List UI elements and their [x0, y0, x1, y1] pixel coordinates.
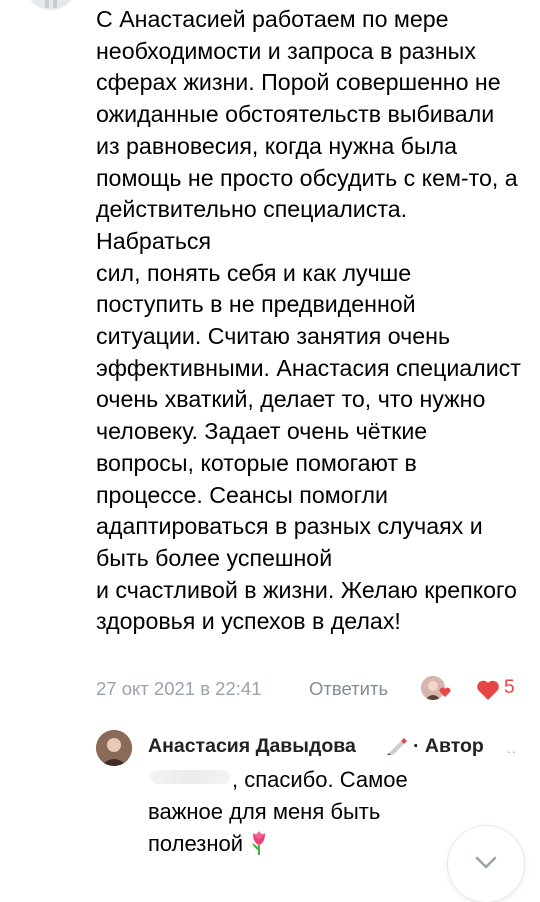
- reply-text: , спасибо. Самое важное для меня быть по…: [148, 764, 478, 864]
- reply-text-body: , спасибо. Самое важное для меня быть по…: [148, 767, 408, 856]
- comment-text: С Анастасией работаем по мере необходимо…: [96, 6, 521, 635]
- avatar[interactable]: [96, 730, 132, 766]
- reply-button[interactable]: Ответить: [309, 678, 388, 700]
- tulip-icon: [247, 829, 271, 864]
- author-badge: · Автор: [413, 735, 484, 757]
- pen-icon: [386, 737, 408, 760]
- heart-small-icon: [439, 685, 451, 703]
- heart-icon[interactable]: [476, 679, 500, 706]
- scroll-down-button[interactable]: [448, 826, 524, 902]
- like-count: 5: [504, 677, 515, 698]
- comment-timestamp[interactable]: 27 окт 2021 в 22:41: [96, 678, 261, 700]
- user-avatar-icon[interactable]: [25, 0, 77, 10]
- more-icon[interactable]: ..: [507, 740, 517, 756]
- comment-meta-row: 27 окт 2021 в 22:41 Ответить 5: [96, 676, 521, 704]
- reply-author-name[interactable]: Анастасия Давыдова: [148, 735, 356, 758]
